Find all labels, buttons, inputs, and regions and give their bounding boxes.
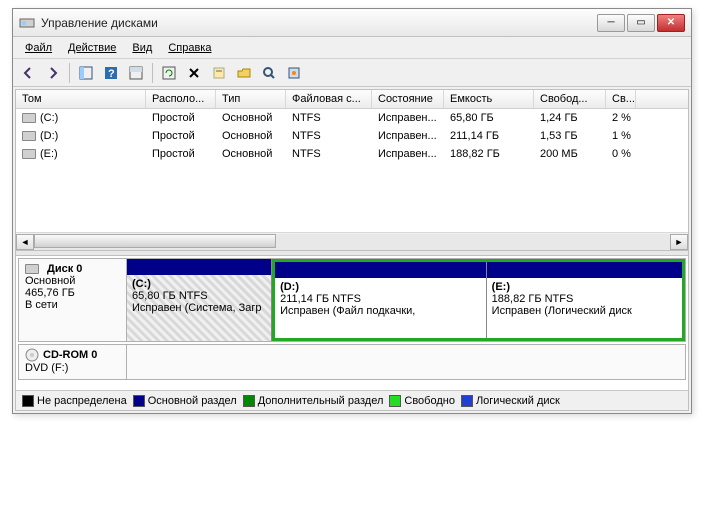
partition-c[interactable]: (C:) 65,80 ГБ NTFS Исправен (Система, За… xyxy=(127,259,272,341)
back-button[interactable] xyxy=(17,62,39,84)
svg-text:?: ? xyxy=(108,68,115,80)
toolbar: ? xyxy=(13,59,691,87)
maximize-button[interactable]: ▭ xyxy=(627,14,655,32)
scroll-right-button[interactable]: ► xyxy=(670,234,688,250)
col-capacity[interactable]: Емкость xyxy=(444,90,534,108)
disk-mgmt-icon xyxy=(19,15,35,31)
col-filesystem[interactable]: Файловая с... xyxy=(286,90,372,108)
settings-button[interactable] xyxy=(283,62,305,84)
disk-0-row[interactable]: Диск 0 Основной 465,76 ГБ В сети (C:) 65… xyxy=(18,258,686,342)
col-type[interactable]: Тип xyxy=(216,90,286,108)
horizontal-scrollbar[interactable]: ◄ ► xyxy=(16,232,688,250)
rescan-button[interactable] xyxy=(258,62,280,84)
menubar: Файл Действие Вид Справка xyxy=(13,37,691,59)
menu-action[interactable]: Действие xyxy=(60,40,124,56)
volume-rows[interactable]: (C:) Простой Основной NTFS Исправен... 6… xyxy=(16,109,688,232)
scroll-track[interactable] xyxy=(34,234,670,250)
refresh-button[interactable] xyxy=(158,62,180,84)
content-area: Том Располо... Тип Файловая с... Состоян… xyxy=(15,89,689,411)
legend: Не распределена Основной раздел Дополнит… xyxy=(16,390,688,410)
partition-e[interactable]: (E:) 188,82 ГБ NTFS Исправен (Логический… xyxy=(487,262,682,338)
titlebar[interactable]: Управление дисками ─ ▭ ✕ xyxy=(13,9,691,37)
menu-file[interactable]: Файл xyxy=(17,40,60,56)
help-button[interactable]: ? xyxy=(100,62,122,84)
legend-swatch-extended xyxy=(243,395,255,407)
col-layout[interactable]: Располо... xyxy=(146,90,216,108)
partition-bar xyxy=(275,262,486,278)
col-volume[interactable]: Том xyxy=(16,90,146,108)
drive-icon xyxy=(22,149,36,159)
view-top-button[interactable] xyxy=(125,62,147,84)
properties-button[interactable] xyxy=(208,62,230,84)
legend-swatch-unalloc xyxy=(22,395,34,407)
col-status[interactable]: Состояние xyxy=(372,90,444,108)
partition-bar xyxy=(127,259,271,275)
partition-d[interactable]: (D:) 211,14 ГБ NTFS Исправен (Файл подка… xyxy=(275,262,487,338)
volume-list: Том Располо... Тип Файловая с... Состоян… xyxy=(16,90,688,250)
close-button[interactable]: ✕ xyxy=(657,14,685,32)
cdrom-row[interactable]: CD-ROM 0 DVD (F:) xyxy=(18,344,686,380)
legend-swatch-free xyxy=(389,395,401,407)
col-free[interactable]: Свобод... xyxy=(534,90,606,108)
disk-0-info[interactable]: Диск 0 Основной 465,76 ГБ В сети xyxy=(19,259,127,341)
disk-management-window: Управление дисками ─ ▭ ✕ Файл Действие В… xyxy=(12,8,692,414)
table-row[interactable]: (D:) Простой Основной NTFS Исправен... 2… xyxy=(16,127,688,145)
disk-icon xyxy=(25,264,39,274)
scroll-left-button[interactable]: ◄ xyxy=(16,234,34,250)
table-row[interactable]: (C:) Простой Основной NTFS Исправен... 6… xyxy=(16,109,688,127)
legend-swatch-primary xyxy=(133,395,145,407)
disk-graph: Диск 0 Основной 465,76 ГБ В сети (C:) 65… xyxy=(16,256,688,390)
window-title: Управление дисками xyxy=(41,16,597,30)
column-headers: Том Располо... Тип Файловая с... Состоян… xyxy=(16,90,688,109)
cdrom-icon xyxy=(25,348,39,362)
drive-icon xyxy=(22,113,36,123)
table-row[interactable]: (E:) Простой Основной NTFS Исправен... 1… xyxy=(16,145,688,163)
show-hide-tree-button[interactable] xyxy=(75,62,97,84)
col-pct[interactable]: Св... xyxy=(606,90,636,108)
menu-view[interactable]: Вид xyxy=(124,40,160,56)
drive-icon xyxy=(22,131,36,141)
partition-bar xyxy=(487,262,682,278)
scroll-thumb[interactable] xyxy=(34,234,276,248)
menu-help[interactable]: Справка xyxy=(160,40,219,56)
delete-button[interactable] xyxy=(183,62,205,84)
minimize-button[interactable]: ─ xyxy=(597,14,625,32)
forward-button[interactable] xyxy=(42,62,64,84)
open-button[interactable] xyxy=(233,62,255,84)
legend-swatch-logical xyxy=(461,395,473,407)
cdrom-info[interactable]: CD-ROM 0 DVD (F:) xyxy=(19,345,127,379)
